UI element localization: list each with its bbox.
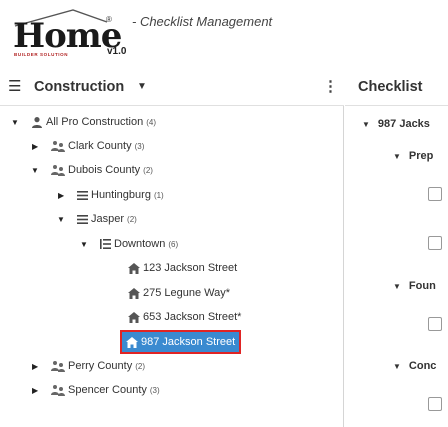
tree-item-spencer-county[interactable]: ▶ Spencer County (3) [32, 381, 160, 399]
panel-header: ☰ Construction ▼ ⋮ [0, 70, 344, 106]
tree-item-count: (3) [134, 141, 145, 151]
checklist-group-concrete[interactable]: ▼ Conc [393, 360, 436, 372]
group-icon [51, 384, 65, 396]
tree-item-label: Spencer County [68, 384, 147, 396]
caret-down-icon[interactable]: ▼ [57, 215, 65, 224]
checklist-group-label: Foun [408, 280, 436, 292]
hamburger-icon[interactable]: ☰ [8, 79, 21, 95]
tree-item-label: Perry County [68, 360, 133, 372]
tree-item-count: (4) [146, 117, 156, 127]
checklist-item-lot[interactable]: ▼ 987 Jacks [362, 118, 430, 130]
checklist-item-label: 987 Jacks [377, 118, 430, 130]
tree-item-root[interactable]: ▼ All Pro Construction (4) [11, 113, 156, 131]
tree-item-label: 123 Jackson Street [143, 262, 238, 274]
caret-down-icon[interactable]: ▼ [393, 152, 401, 161]
house-icon [126, 336, 138, 348]
tree-item-lot-653-jackson[interactable]: 653 Jackson Street* [128, 308, 241, 326]
caret-down-icon[interactable]: ▼ [31, 166, 39, 175]
caret-down-icon[interactable]: ▼ [362, 120, 370, 129]
checklist-group-prep[interactable]: ▼ Prep [393, 150, 433, 162]
tree-item-count: (2) [143, 165, 153, 175]
house-icon [128, 262, 140, 274]
caret-down-icon[interactable]: ▼ [393, 362, 401, 371]
logo-registered-mark: ® [106, 15, 112, 24]
list-icon [77, 190, 88, 200]
tree-item-downtown[interactable]: ▼ Downtown (6) [80, 235, 179, 253]
tree-item-dubois-county[interactable]: ▼ Dubois County (2) [31, 161, 153, 179]
caret-right-icon[interactable]: ▶ [32, 386, 38, 395]
caret-down-icon[interactable]: ▼ [80, 240, 88, 249]
tree-item-count: (3) [149, 385, 160, 395]
checklist-title: Checklist [358, 79, 423, 95]
tree-item-perry-county[interactable]: ▶ Perry County (2) [32, 357, 145, 375]
person-icon [31, 116, 43, 128]
caret-right-icon[interactable]: ▶ [58, 191, 64, 200]
panel-title[interactable]: Construction [34, 79, 124, 95]
checklist-header: Checklist [345, 70, 448, 106]
house-icon [128, 287, 140, 299]
tree-item-jasper[interactable]: ▼ Jasper (2) [57, 210, 137, 228]
tree-item-lot-275-legune[interactable]: 275 Legune Way* [128, 284, 230, 302]
tree-item-lot-123-jackson[interactable]: 123 Jackson Street [128, 259, 237, 277]
tree-item-label: Downtown [114, 238, 166, 250]
house-icon [128, 311, 140, 323]
construction-panel: ☰ Construction ▼ ⋮ ▼ All Pro Constructio… [0, 70, 344, 427]
checklist-panel: Checklist ▼ 987 Jacks ▼ Prep ▼ Foun ▼ Conc [345, 70, 448, 427]
caret-down-icon[interactable]: ▼ [393, 282, 401, 291]
tree-item-count: (6) [168, 239, 179, 249]
tree-item-count: (2) [135, 361, 145, 371]
checklist-group-foundation[interactable]: ▼ Foun [393, 280, 436, 292]
kebab-icon[interactable]: ⋮ [323, 77, 338, 95]
app-version: v1.0 [107, 46, 127, 57]
caret-down-icon[interactable]: ▼ [11, 118, 19, 127]
app-header: Home ® BUILDER SOLUTION v1.0 - Checklist… [0, 0, 448, 62]
chevron-down-icon[interactable]: ▼ [137, 81, 147, 92]
checklist-group-label: Conc [408, 360, 437, 372]
tree-item-clark-county[interactable]: ▶ Clark County (3) [32, 137, 145, 155]
tree-item-label: Huntingburg [91, 189, 151, 201]
tree-item-label: 275 Legune Way* [143, 287, 231, 299]
subdivision-icon [100, 239, 111, 249]
tree-item-label: 987 Jackson Street [141, 336, 236, 348]
checklist-group-label: Prep [408, 150, 434, 162]
caret-right-icon[interactable]: ▶ [32, 142, 38, 151]
caret-right-icon[interactable]: ▶ [32, 362, 38, 371]
tree-item-label: Clark County [68, 140, 132, 152]
checkbox[interactable] [428, 397, 442, 411]
tree-item-label: 653 Jackson Street* [143, 311, 242, 323]
tree-item-lot-987-jackson-selected[interactable]: 987 Jackson Street [119, 330, 242, 354]
group-icon [51, 164, 65, 176]
tree-item-count: (2) [127, 214, 137, 224]
checkbox[interactable] [428, 317, 442, 331]
group-icon [51, 360, 65, 372]
tree-item-label: Jasper [91, 213, 125, 225]
checkbox[interactable] [428, 236, 442, 250]
home-builder-logo: Home ® BUILDER SOLUTION v1.0 [13, 6, 127, 58]
tree-item-label: Dubois County [68, 164, 141, 176]
group-icon [51, 140, 65, 152]
checkbox[interactable] [428, 187, 442, 201]
tree-item-huntingburg[interactable]: ▶ Huntingburg (1) [58, 186, 164, 204]
list-icon [77, 214, 88, 224]
app-title: - Checklist Management [132, 14, 273, 29]
tree-item-count: (1) [153, 190, 164, 200]
logo-subtext: BUILDER SOLUTION [14, 52, 69, 57]
tree-item-label: All Pro Construction [46, 116, 144, 128]
